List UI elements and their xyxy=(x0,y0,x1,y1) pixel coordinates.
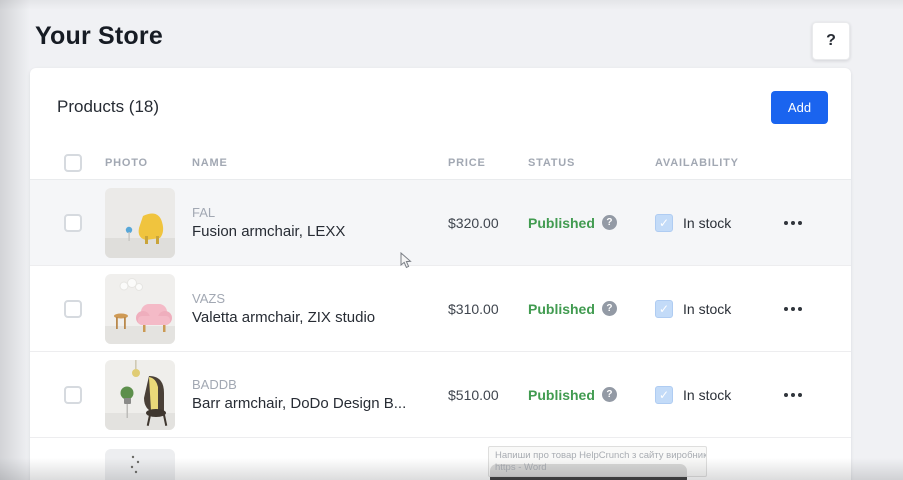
products-panel: Products (18) Add PHOTO NAME PRICE STATU… xyxy=(30,68,851,480)
add-product-button[interactable]: Add xyxy=(771,91,828,124)
status-badge: Published xyxy=(528,215,595,231)
table-row[interactable]: UGCX $600.00 Published ? ✓ In stock xyxy=(30,438,851,480)
column-header-status: STATUS xyxy=(528,157,655,169)
product-photo xyxy=(105,449,175,480)
table-row[interactable]: FAL Fusion armchair, LEXX $320.00 Publis… xyxy=(30,180,851,266)
availability-label: In stock xyxy=(683,301,731,317)
row-checkbox[interactable] xyxy=(64,300,82,318)
panel-header: Products (18) Add xyxy=(30,68,851,146)
availability-label: In stock xyxy=(683,215,731,231)
status-help-icon[interactable]: ? xyxy=(602,301,617,316)
help-button[interactable]: ? xyxy=(812,22,850,60)
select-all-checkbox[interactable] xyxy=(64,154,82,172)
table-header-row: PHOTO NAME PRICE STATUS AVAILABILITY xyxy=(30,146,851,180)
product-price: $310.00 xyxy=(448,301,528,317)
status-help-icon[interactable]: ? xyxy=(602,215,617,230)
product-price: $510.00 xyxy=(448,387,528,403)
product-sku: FAL xyxy=(192,205,345,220)
product-photo xyxy=(105,360,175,430)
product-sku: VAZS xyxy=(192,291,375,306)
availability-label: In stock xyxy=(683,387,731,403)
column-header-availability: AVAILABILITY xyxy=(655,157,770,169)
row-actions-button[interactable] xyxy=(770,393,802,397)
product-name: Barr armchair, DoDo Design B... xyxy=(192,395,406,412)
column-header-photo: PHOTO xyxy=(105,157,192,169)
status-help-icon[interactable]: ? xyxy=(602,387,617,402)
products-heading: Products (18) xyxy=(57,97,771,117)
product-price: $320.00 xyxy=(448,215,528,231)
product-photo xyxy=(105,188,175,258)
in-stock-checkbox[interactable]: ✓ xyxy=(655,300,673,318)
column-header-price: PRICE xyxy=(448,157,528,169)
tooltip-line1: Напиши про товар HelpCrunch з сайту виро… xyxy=(495,450,700,462)
product-photo xyxy=(105,274,175,344)
mouse-cursor-icon xyxy=(399,252,413,270)
row-actions-button[interactable] xyxy=(770,221,802,225)
page-title: Your Store xyxy=(35,22,163,51)
table-row[interactable]: VAZS Valetta armchair, ZIX studio $310.0… xyxy=(30,266,851,352)
in-stock-checkbox[interactable]: ✓ xyxy=(655,386,673,404)
status-badge: Published xyxy=(528,387,595,403)
product-sku: BADDB xyxy=(192,377,406,392)
status-badge: Published xyxy=(528,301,595,317)
product-name: Valetta armchair, ZIX studio xyxy=(192,309,375,326)
row-checkbox[interactable] xyxy=(64,214,82,232)
row-checkbox[interactable] xyxy=(64,386,82,404)
helpcrunch-tooltip: Напиши про товар HelpCrunch з сайту виро… xyxy=(488,446,707,477)
in-stock-checkbox[interactable]: ✓ xyxy=(655,214,673,232)
row-actions-button[interactable] xyxy=(770,307,802,311)
tooltip-line2: https - Word xyxy=(495,462,700,474)
product-name: Fusion armchair, LEXX xyxy=(192,223,345,240)
column-header-name: NAME xyxy=(192,157,448,169)
table-row[interactable]: BADDB Barr armchair, DoDo Design B... $5… xyxy=(30,352,851,438)
